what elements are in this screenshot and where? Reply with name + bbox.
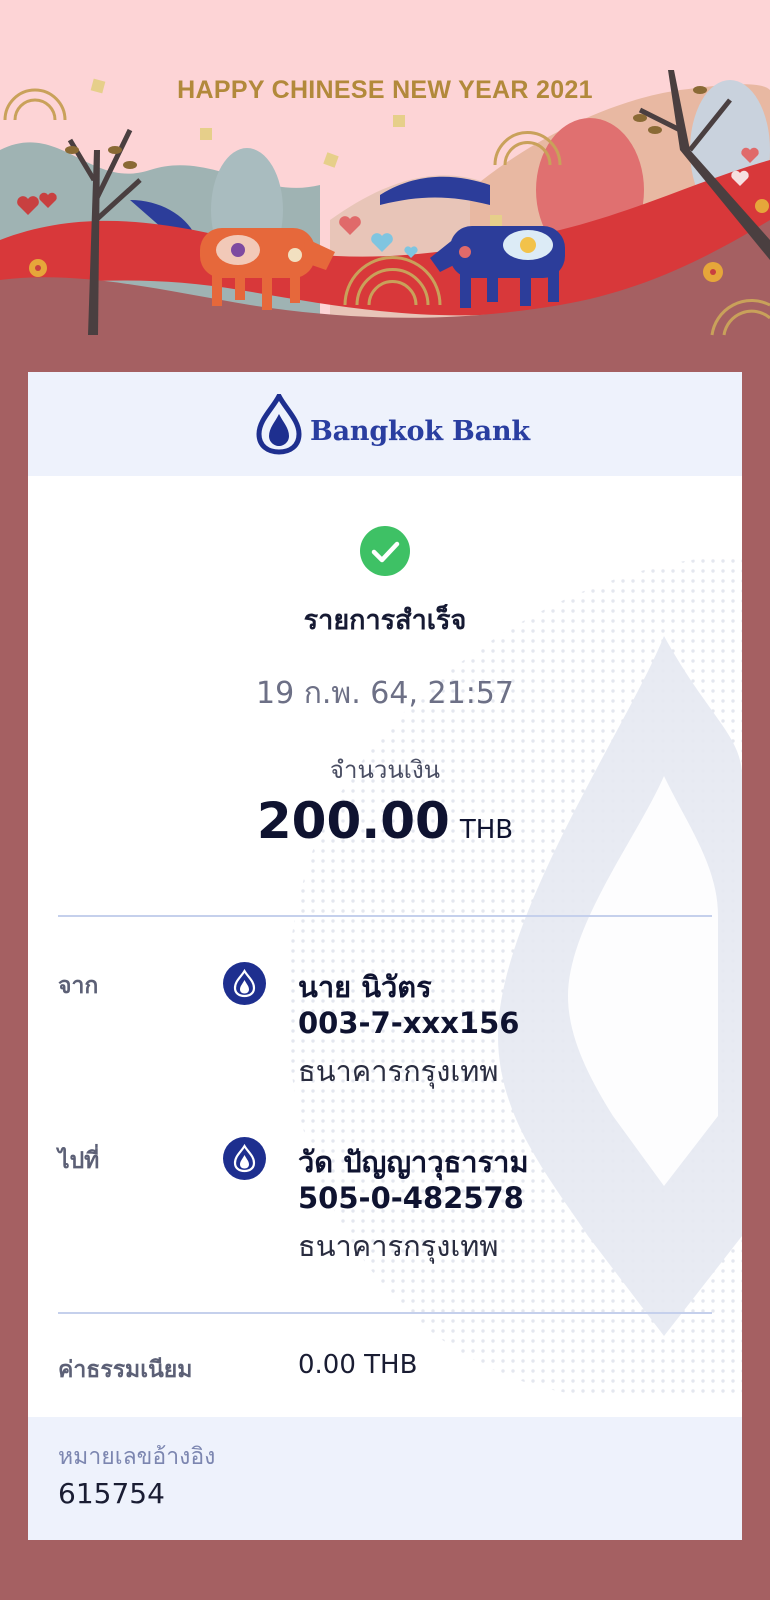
- reference-value: 615754: [58, 1477, 165, 1510]
- bank-lotus-icon: [223, 962, 266, 1005]
- transaction-slip: Bangkok Bank รายการสำเร็จ 19 ก.พ. 64, 21…: [28, 372, 742, 1540]
- to-account: 505-0-482578: [298, 1181, 524, 1215]
- to-bank: ธนาคารกรุงเทพ: [298, 1229, 499, 1263]
- lotus-logo-icon: [256, 394, 302, 455]
- fee-value: 0.00 THB: [298, 1350, 418, 1380]
- reference-label: หมายเลขอ้างอิง: [58, 1444, 216, 1470]
- to-label: ไปที่: [58, 1148, 100, 1174]
- divider: [58, 1312, 712, 1314]
- from-name: นาย นิวัตร: [298, 970, 432, 1004]
- banner-title: HAPPY CHINESE NEW YEAR 2021: [177, 76, 593, 104]
- amount-label: จำนวนเงิน: [329, 756, 441, 784]
- bank-name: Bangkok Bank: [310, 416, 530, 447]
- amount-row: 200.00 THB: [28, 792, 742, 850]
- amount-value: 200.00: [256, 792, 450, 850]
- fee-label: ค่าธรรมเนียม: [58, 1357, 193, 1383]
- check-circle-icon: [360, 526, 410, 576]
- divider: [58, 915, 712, 917]
- bank-header: Bangkok Bank: [28, 372, 742, 476]
- transaction-datetime: 19 ก.พ. 64, 21:57: [256, 676, 514, 711]
- bank-lotus-icon: [223, 1137, 266, 1180]
- new-year-banner: HAPPY CHINESE NEW YEAR 2021: [0, 0, 770, 372]
- banner-illustration: [0, 70, 770, 372]
- from-bank: ธนาคารกรุงเทพ: [298, 1054, 499, 1088]
- reference-box: หมายเลขอ้างอิง 615754: [28, 1417, 742, 1540]
- to-name: วัด ปัญญาวุธาราม: [298, 1145, 529, 1179]
- from-label: จาก: [58, 973, 99, 999]
- amount-currency: THB: [459, 815, 514, 845]
- from-account: 003-7-xxx156: [298, 1006, 520, 1040]
- transaction-status: รายการสำเร็จ: [303, 605, 467, 636]
